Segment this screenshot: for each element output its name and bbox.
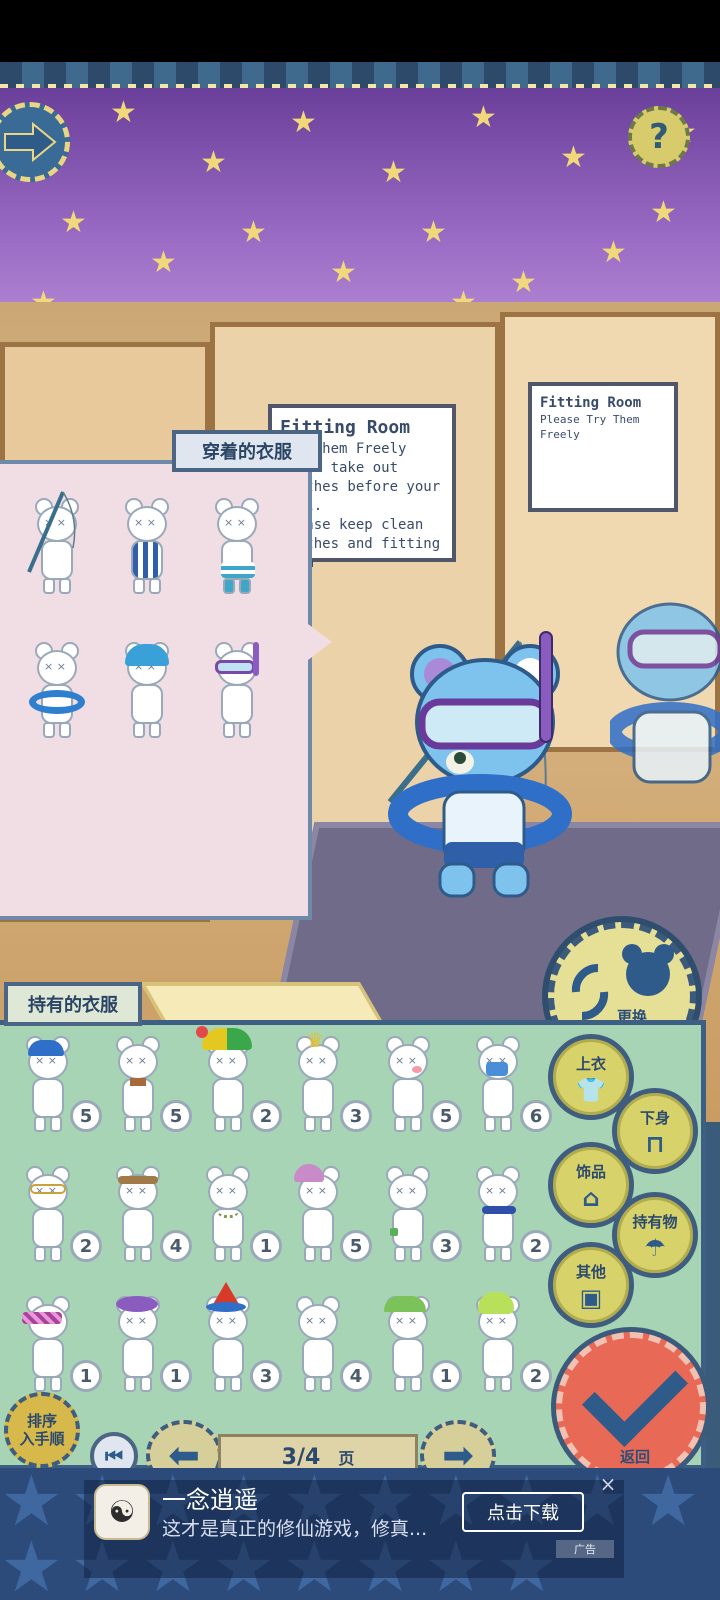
fitting-room-sign-mirror: Fitting Room Please Try Them Freely (528, 382, 678, 512)
owned-item-party-hat[interactable]: 3 (194, 1282, 284, 1400)
owned-item-blush[interactable]: 5 (374, 1036, 464, 1140)
item-count: 3 (340, 1100, 372, 1132)
owned-item-crown[interactable]: ♛ 3 (284, 1028, 374, 1140)
worn-clothes-grid (12, 491, 282, 742)
worn-item-striped-shorts[interactable] (207, 498, 267, 598)
item-count: 6 (520, 1100, 552, 1132)
hat-bow-icon: ⌂ (582, 1183, 600, 1212)
owned-item-blue-cap[interactable]: 5 (14, 1036, 104, 1140)
item-count: 1 (250, 1230, 282, 1262)
blue-bear-icon (387, 631, 572, 898)
close-icon[interactable]: × (596, 1472, 620, 1496)
category-label: 持有物 (632, 1212, 678, 1231)
skip-back-icon: ⏮ (105, 1444, 123, 1468)
item-count: 1 (160, 1360, 192, 1392)
sort-label: 排序 入手順 (19, 1412, 65, 1448)
item-count: 2 (520, 1230, 552, 1262)
ad-tag: 广告 (556, 1540, 614, 1558)
pants-icon: ⊓ (645, 1129, 665, 1158)
worn-item-snorkel-goggles[interactable] (207, 642, 267, 742)
item-count: 3 (430, 1230, 462, 1262)
owned-clothes-grid: 5 5 2 ♛ 3 5 6 (14, 1026, 552, 1400)
owned-item-frog-cap[interactable]: 1 (374, 1296, 464, 1400)
worn-item-swim-cap[interactable] (117, 642, 177, 742)
main-doll-character (380, 602, 580, 902)
item-count: 1 (70, 1360, 102, 1392)
item-count: 1 (430, 1360, 462, 1392)
bear-head-icon (622, 944, 674, 996)
category-label: 饰品 (575, 1162, 606, 1181)
owned-item-sleep-mask[interactable]: 1 (14, 1296, 104, 1400)
bag-icon: ▣ (579, 1283, 603, 1312)
item-count: 5 (70, 1100, 102, 1132)
page-unit: 页 (338, 1449, 355, 1468)
owned-item-flower-hat[interactable]: 5 (284, 1164, 374, 1270)
checkmark-icon (581, 1340, 689, 1448)
worn-item-striped-shirt[interactable] (117, 498, 177, 598)
category-label: 下身 (639, 1108, 670, 1127)
worn-item-fishing-rod[interactable] (27, 491, 87, 598)
ad-app-icon[interactable]: ☯ (94, 1484, 150, 1540)
fishing-rod-icon (27, 491, 76, 573)
owned-item-bow-tie[interactable]: 5 (104, 1036, 194, 1140)
category-label: 其他 (575, 1262, 606, 1281)
item-count: 4 (340, 1360, 372, 1392)
swap-arrows-icon (571, 963, 609, 1021)
shirt-icon: 👕 (576, 1075, 606, 1104)
ad-description: 这才是真正的修仙游戏，修真... (162, 1518, 428, 1540)
item-count: 4 (160, 1230, 192, 1262)
owned-item-scarf[interactable]: 2 (464, 1166, 554, 1270)
confirm-label: 返回 (620, 1448, 651, 1466)
owned-item-plain[interactable]: 4 (284, 1296, 374, 1400)
game-scene: ★★ ★★ ★★ ★★ ★★ ★★ ★★ ★★ ★★ Fitting Room … (0, 62, 720, 1502)
owned-item-beret[interactable]: 1 (104, 1296, 194, 1400)
owned-item-jester-hat[interactable]: 2 (194, 1026, 284, 1140)
item-count: 3 (250, 1360, 282, 1392)
item-count: 5 (340, 1230, 372, 1262)
item-count: 5 (430, 1100, 462, 1132)
item-count: 2 (250, 1100, 282, 1132)
stitched-border (0, 62, 720, 88)
umbrella-icon: ☂ (644, 1233, 666, 1262)
category-other-button[interactable]: 其他 ▣ (548, 1242, 634, 1328)
mirror-reflection (606, 562, 720, 802)
owned-item-frog-hood[interactable]: 2 (464, 1292, 554, 1400)
question-icon: ? (649, 117, 669, 157)
category-label: 上衣 (575, 1054, 606, 1073)
arrow-right-icon (4, 122, 57, 162)
item-count: 2 (520, 1360, 552, 1392)
sort-button[interactable]: 排序 入手順 (4, 1392, 80, 1468)
worn-clothes-title: 穿着的衣服 (172, 430, 322, 472)
help-button[interactable]: ? (628, 106, 690, 168)
star-wallpaper: ★★ ★★ ★★ ★★ ★★ ★★ ★★ ★★ ★★ (0, 88, 720, 338)
owned-item-round-glasses[interactable]: 2 (14, 1166, 104, 1270)
ad-download-button[interactable]: 点击下载 (462, 1492, 584, 1532)
owned-item-necklace[interactable]: 1 (194, 1166, 284, 1270)
mirror-bear-icon (606, 602, 720, 784)
owned-item-headband[interactable]: 4 (104, 1166, 194, 1270)
page-number: 3/4 (281, 1444, 321, 1470)
confirm-button[interactable]: 返回 (556, 1332, 706, 1482)
status-bar (0, 0, 720, 62)
owned-clothes-title: 持有的衣服 (4, 982, 142, 1026)
owned-item-face-mask[interactable]: 6 (464, 1036, 554, 1140)
item-count: 5 (160, 1100, 192, 1132)
ad-title: 一念逍遥 (162, 1486, 258, 1514)
worn-item-swim-ring[interactable] (27, 642, 87, 742)
ad-banner[interactable]: ★★★★★★★★★★★★★★★★★★ ☯ 一念逍遥 这才是真正的修仙游戏，修真.… (0, 1468, 720, 1600)
owned-item-wristband[interactable]: 3 (374, 1166, 464, 1270)
item-count: 2 (70, 1230, 102, 1262)
